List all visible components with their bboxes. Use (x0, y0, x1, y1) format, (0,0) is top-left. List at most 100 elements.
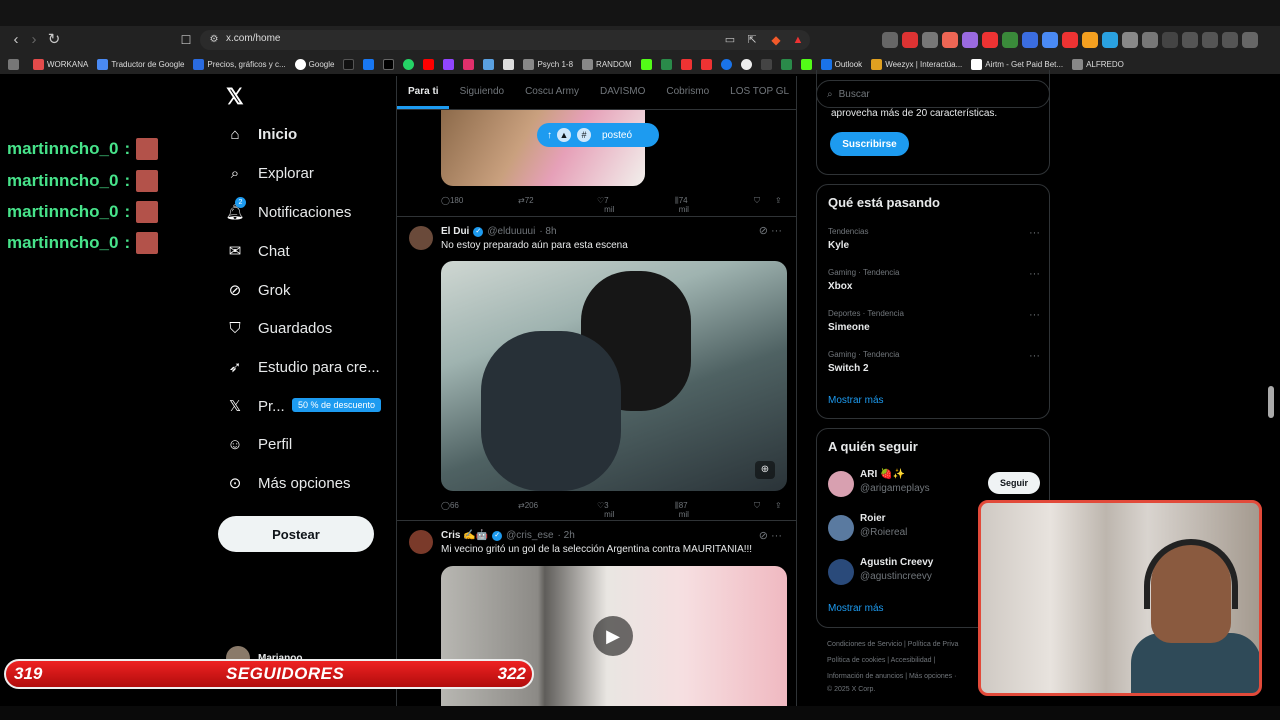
forward-icon[interactable]: › (24, 30, 44, 50)
extension-icon[interactable] (982, 32, 998, 48)
twitch-icon[interactable] (443, 58, 455, 70)
post-media[interactable] (441, 110, 645, 186)
bookmark-outlook[interactable]: Outlook (820, 58, 862, 70)
vpn-icon[interactable] (1222, 32, 1238, 48)
bookmark-icon[interactable] (503, 58, 515, 70)
sidebar-icon[interactable] (1182, 32, 1198, 48)
sidebar-item-chat[interactable]: ✉ Chat (226, 238, 290, 264)
more-icon[interactable]: ··· (1029, 350, 1040, 362)
play-icon[interactable]: ▶ (593, 616, 633, 656)
tab-coscu-army[interactable]: Coscu Army (514, 76, 589, 109)
subscribe-button[interactable]: Suscribirse (830, 132, 909, 156)
bookmark-translate[interactable]: Traductor de Google (97, 58, 184, 70)
extension-icon[interactable] (1102, 32, 1118, 48)
x-logo-icon[interactable]: 𝕏 (226, 84, 244, 110)
kick-icon[interactable] (800, 58, 812, 70)
repost-button[interactable]: ⇄ 72 (518, 196, 534, 205)
extension-icon[interactable] (922, 32, 938, 48)
bookmark-random[interactable]: RANDOM (582, 58, 632, 70)
bookmark-icon[interactable] (680, 58, 692, 70)
bookmark-airtm[interactable]: Airtm - Get Paid Bet... (971, 58, 1063, 70)
extensions-puzzle-icon[interactable] (1122, 32, 1138, 48)
bookmark-icon[interactable] (700, 58, 712, 70)
bookmark-icon[interactable]: ⛉ (754, 196, 760, 206)
extension-icon[interactable] (1062, 32, 1078, 48)
bookmark-icon[interactable] (740, 58, 752, 70)
sidebar-item-explorar[interactable]: ⌕ Explorar (226, 160, 314, 186)
reply-button[interactable]: ◯ 66 (441, 501, 459, 510)
post-media[interactable]: ⊕ (441, 261, 787, 491)
bookmark-icon[interactable] (760, 58, 772, 70)
extension-icon[interactable] (942, 32, 958, 48)
new-posts-pill[interactable]: ↑ ▲ # posteó (537, 123, 659, 147)
extension-icon[interactable] (1002, 32, 1018, 48)
alt-icon[interactable]: ⊕ (755, 461, 775, 479)
extension-icon[interactable] (1022, 32, 1038, 48)
music-icon[interactable] (1162, 32, 1178, 48)
apps-grid-icon[interactable] (8, 58, 19, 70)
facebook-icon[interactable] (363, 58, 375, 70)
show-more-link[interactable]: Mostrar más (828, 395, 884, 406)
tab-cobrismo[interactable]: Cobrismo (655, 76, 719, 109)
brave-rewards-icon[interactable]: ▲ (788, 30, 808, 50)
sidebar-item-notificaciones[interactable]: 🔔︎ 2 Notificaciones (225, 197, 351, 225)
sidebar-item-grok[interactable]: ⊘ Grok (226, 277, 291, 303)
instagram-icon[interactable] (463, 58, 475, 70)
extension-icon[interactable] (882, 32, 898, 48)
trend-item[interactable]: Tendencias Kyle ··· (828, 227, 1040, 251)
follow-suggestion[interactable]: ARI 🍓✨ @arigameplays Seguir (828, 469, 1040, 499)
views-button[interactable]: ⫼ 74 mil (675, 196, 689, 214)
post-button[interactable]: Postear (218, 516, 374, 552)
like-button[interactable]: ♡ 7 mil (597, 196, 614, 214)
bookmark-icon[interactable] (780, 58, 792, 70)
site-info-icon[interactable]: ⚙ (204, 30, 224, 50)
more-icon[interactable]: ··· (1029, 309, 1040, 321)
sidebar-item-inicio[interactable]: ⌂ Inicio (226, 121, 297, 147)
install-icon[interactable]: ▭ (720, 30, 740, 50)
like-button[interactable]: ♡ 3 mil (597, 501, 614, 519)
bookmark-icon[interactable] (720, 58, 732, 70)
more-icon[interactable]: ··· (1029, 268, 1040, 280)
bookmark-workana[interactable]: WORKANA (33, 58, 88, 70)
address-bar[interactable] (200, 30, 810, 50)
bookmark-alfredo[interactable]: ALFREDO (1072, 58, 1124, 70)
bookmark-page-icon[interactable]: ☐ (176, 30, 196, 50)
extension-icon[interactable] (1082, 32, 1098, 48)
bookmark-prices[interactable]: Precios, gráficos y c... (193, 58, 286, 70)
trend-item[interactable]: Gaming · Tendencia Xbox ··· (828, 268, 1040, 292)
timeline[interactable]: Para ti Siguiendo Coscu Army DAVISMO Cob… (396, 76, 797, 706)
extension-icon[interactable] (962, 32, 978, 48)
trend-item[interactable]: Gaming · Tendencia Switch 2 ··· (828, 350, 1040, 374)
kick-icon[interactable] (640, 58, 652, 70)
back-icon[interactable]: ‹ (6, 30, 26, 50)
menu-icon[interactable] (1242, 32, 1258, 48)
reply-button[interactable]: ◯ 180 (441, 196, 463, 205)
more-icon[interactable]: ··· (1029, 227, 1040, 239)
bookmark-icon[interactable] (660, 58, 672, 70)
bookmark-icon[interactable]: ⛉ (754, 501, 760, 511)
youtube-icon[interactable] (423, 58, 435, 70)
bookmark-psych[interactable]: Psych 1-8 (523, 58, 573, 70)
more-icon[interactable]: ⊘ ··· (759, 224, 782, 237)
follow-button[interactable]: Seguir (988, 472, 1040, 494)
more-icon[interactable]: ⊘ ··· (759, 529, 782, 542)
share-icon[interactable]: ⇪ (775, 196, 782, 205)
brave-shield-icon[interactable]: ◆ (766, 30, 786, 50)
wallet-icon[interactable] (1202, 32, 1218, 48)
extension-icon[interactable] (902, 32, 918, 48)
avatar[interactable] (409, 226, 433, 250)
extension-icon[interactable] (1142, 32, 1158, 48)
sidebar-item-perfil[interactable]: ☺ Perfil (226, 431, 292, 457)
extension-icon[interactable] (1042, 32, 1058, 48)
tab-los-top[interactable]: LOS TOP GL (719, 76, 796, 109)
views-button[interactable]: ⫼ 87 mil (675, 501, 689, 519)
x-icon[interactable] (383, 58, 395, 70)
footer-links[interactable]: Política de cookies | Accesibilidad | (827, 657, 935, 664)
repost-button[interactable]: ⇄ 206 (518, 501, 538, 510)
avatar[interactable] (409, 530, 433, 554)
trend-item[interactable]: Deportes · Tendencia Simeone ··· (828, 309, 1040, 333)
reload-icon[interactable]: ↻ (44, 30, 64, 50)
sidebar-item-estudio[interactable]: ➶ Estudio para cre... (226, 354, 380, 380)
share-icon[interactable]: ⇱ (742, 30, 762, 50)
bookmark-weezyx[interactable]: Weezyx | Interactúa... (871, 58, 962, 70)
